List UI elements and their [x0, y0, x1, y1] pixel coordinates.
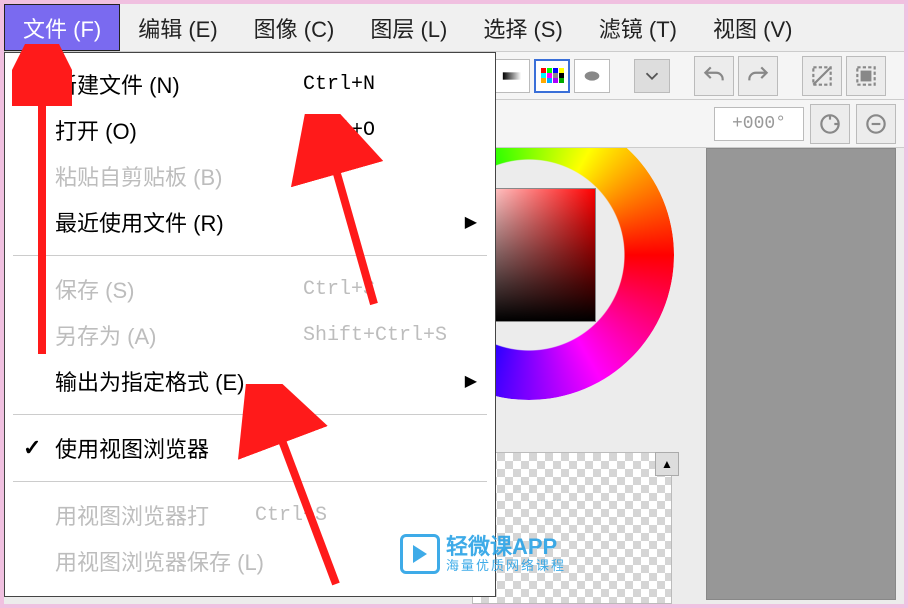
- submenu-arrow-icon: ▶: [465, 212, 477, 232]
- menubar-item-layer[interactable]: 图层 (L): [352, 4, 465, 51]
- menu-label: 使用视图浏览器: [55, 432, 209, 464]
- tool-swatches-icon[interactable]: [534, 59, 570, 93]
- menu-label: 输出为指定格式 (E): [55, 365, 244, 397]
- reset-rotation-button[interactable]: [810, 104, 850, 144]
- menubar: 文件 (F) 编辑 (E) 图像 (C) 图层 (L) 选择 (S) 滤镜 (T…: [4, 4, 904, 52]
- annotation-arrow-icon: [284, 114, 404, 314]
- menu-shortcut: Shift+Ctrl+S: [303, 324, 447, 347]
- menu-recent-files[interactable]: 最近使用文件 (R) ▶: [5, 199, 495, 245]
- menu-save-as: 另存为 (A) Shift+Ctrl+S: [5, 312, 495, 358]
- menubar-item-filter[interactable]: 滤镜 (T): [581, 4, 695, 51]
- menu-label: 粘贴自剪贴板 (B): [55, 160, 222, 192]
- tool-gradient-icon[interactable]: [494, 59, 530, 93]
- rotation-angle-field[interactable]: +000°: [714, 107, 804, 141]
- menu-label: 用视图浏览器保存 (L): [55, 545, 264, 577]
- watermark-play-icon: [400, 534, 440, 574]
- navigator-panel: [706, 148, 896, 600]
- menu-label: 最近使用文件 (R): [55, 206, 224, 238]
- reset-zoom-button[interactable]: [856, 104, 896, 144]
- menu-shortcut: Ctrl+N: [303, 73, 375, 96]
- annotation-arrow-icon: [12, 44, 72, 364]
- invert-selection-button[interactable]: [846, 56, 886, 96]
- annotation-arrow-icon: [236, 384, 376, 594]
- scroll-up-button[interactable]: ▲: [655, 452, 679, 476]
- tool-brush-icon[interactable]: [574, 59, 610, 93]
- watermark: 轻微课APP 海量优质网络课程: [400, 534, 566, 574]
- menu-save: 保存 (S) Ctrl+S: [5, 266, 495, 312]
- menubar-item-select[interactable]: 选择 (S): [465, 4, 580, 51]
- submenu-arrow-icon: ▶: [465, 371, 477, 391]
- check-icon: ✓: [23, 435, 41, 461]
- menu-new-file[interactable]: 新建文件 (N) Ctrl+N: [5, 61, 495, 107]
- watermark-title: 轻微课APP: [446, 535, 566, 559]
- menu-label: 新建文件 (N): [55, 68, 180, 100]
- redo-button[interactable]: [738, 56, 778, 96]
- menubar-item-edit[interactable]: 编辑 (E): [120, 4, 235, 51]
- menubar-item-view[interactable]: 视图 (V): [695, 4, 810, 51]
- menu-label: 用视图浏览器打: [55, 499, 209, 531]
- transparent-preview: [472, 452, 672, 604]
- menubar-item-image[interactable]: 图像 (C): [236, 4, 353, 51]
- tool-dropdown-icon[interactable]: [634, 59, 670, 93]
- menu-paste-clipboard: 粘贴自剪贴板 (B): [5, 153, 495, 199]
- menu-separator: [13, 255, 487, 256]
- menu-open[interactable]: 打开 (O) Ctrl+O: [5, 107, 495, 153]
- undo-button[interactable]: [694, 56, 734, 96]
- deselect-button[interactable]: [802, 56, 842, 96]
- watermark-subtitle: 海量优质网络课程: [446, 559, 566, 573]
